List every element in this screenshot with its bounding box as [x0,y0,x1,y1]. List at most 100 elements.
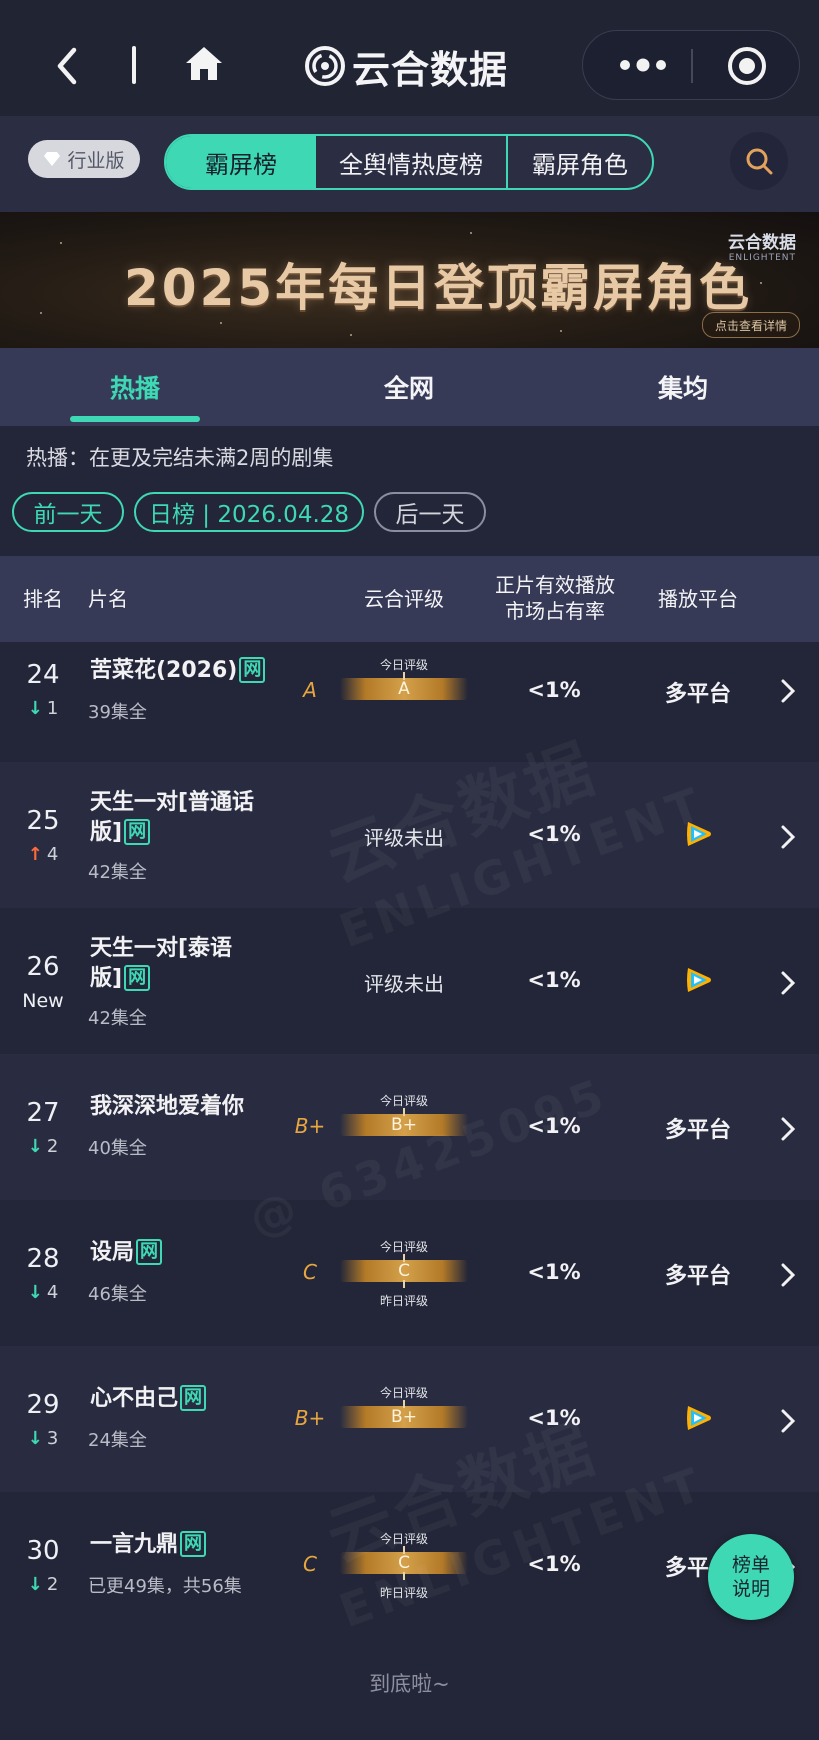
drama-title: 设局网 [90,1238,163,1268]
arrow-down-icon: ↓ [27,1574,43,1595]
tab-all-network[interactable]: 全网 [314,348,504,426]
web-drama-tag: 网 [124,819,151,845]
table-row[interactable]: 28 ↓ 4 设局网 46集全 C 今日评级 C 昨日评级 <1% 多平台 [0,1200,819,1346]
arrow-up-icon: ↑ [27,844,43,865]
home-icon[interactable] [184,44,224,84]
rank-change-new: New [22,990,64,1012]
edition-badge-label: 行业版 [67,149,125,172]
list-explanation-button[interactable]: 榜单 说明 [708,1534,794,1620]
chevron-right-icon[interactable] [780,1408,796,1434]
current-date-button[interactable]: 日榜 | 2026.04.28 [134,492,364,532]
today-grade-label: 今日评级 [379,658,428,672]
rank-number: 29 [26,1390,60,1420]
promo-banner[interactable]: 2025年每日登顶霸屏角色 云合数据 ENLIGHTENT 点击查看详情 [0,212,819,348]
header-rating: 云合评级 [364,587,444,611]
rank-number: 26 [26,952,60,982]
close-miniprogram-icon[interactable] [726,45,768,87]
arrow-down-icon: ↓ [27,1136,43,1157]
market-share: <1% [527,678,581,702]
episode-info: 46集全 [88,1284,147,1305]
table-row[interactable]: 27 ↓ 2 我深深地爱着你 40集全 B+ 今日评级 B+ <1% 多平台 [0,1054,819,1200]
platform-label: 多平台 [664,1264,731,1289]
yesterday-grade-label: 昨日评级 [379,1586,428,1600]
header-platform: 播放平台 [658,587,738,611]
grade-bar: C [340,1546,468,1580]
rank-change: ↓ 4 [16,1282,70,1303]
drama-title-text: 我深深地爱着你 [90,1094,245,1119]
table-row[interactable]: 25 ↑ 4 天生一对[普通话 版] 网 42集全 评级未出 <1% [0,762,819,908]
drama-title-line2: 版] [90,820,123,845]
search-button[interactable] [730,132,788,190]
arrow-down-icon: ↓ [27,1282,43,1303]
table-row[interactable]: 30 ↓ 2 一言九鼎网 已更49集，共56集 C 今日评级 C 昨日评级 <1%… [0,1492,819,1638]
chevron-right-icon[interactable] [780,678,796,704]
table-row[interactable]: 29 ↓ 3 心不由己网 24集全 B+ 今日评级 B+ <1% [0,1346,819,1492]
rank-change: ↓ 3 [16,1428,70,1449]
tencent-video-icon [687,968,711,992]
rank-change-value: 4 [46,844,59,865]
table-header: 排名 片名 云合评级 正片有效播放 市场占有率 播放平台 [0,556,819,642]
today-grade-label: 今日评级 [379,1386,428,1400]
banner-headline: 2025年每日登顶霸屏角色 [124,259,753,317]
chevron-right-icon[interactable] [780,1116,796,1142]
grade-bar: A [340,672,468,700]
segment-dominant-roles[interactable]: 霸屏角色 [508,136,652,188]
table-row[interactable]: 24 ↓ 1 苦菜花(2026) 网 39集全 A 今日评级 A <1% 多平台 [0,642,819,762]
next-day-button[interactable]: 后一天 [374,492,486,532]
grade-letter: C [303,1552,317,1576]
platform-label: 多平台 [664,1118,731,1143]
ranking-type-segmented-control: 霸屏榜 全舆情热度榜 霸屏角色 [164,134,654,190]
tab-per-episode[interactable]: 集均 [588,348,778,426]
segment-public-opinion-list[interactable]: 全舆情热度榜 [316,136,508,188]
rank-number: 25 [26,806,60,836]
more-icon[interactable] [617,53,669,77]
market-share: <1% [527,822,581,846]
rank-number: 30 [26,1536,60,1566]
tencent-video-icon [687,822,711,846]
drama-title-line2: 版] [90,966,123,991]
drama-title-text: 一言九鼎 [90,1532,179,1557]
episode-info: 39集全 [88,702,147,723]
rating-not-available: 评级未出 [364,972,444,996]
grade-letter: B+ [294,1406,326,1430]
header-share-line2: 市场占有率 [505,599,605,623]
previous-day-button[interactable]: 前一天 [12,492,124,532]
edition-badge[interactable]: 行业版 [28,140,140,178]
chevron-right-icon[interactable] [780,970,796,996]
market-share: <1% [527,1552,581,1576]
grade-letter: B+ [294,1114,326,1138]
fab-label-line1: 榜单 [731,1554,770,1576]
rank-change: ↓ 1 [16,698,70,719]
rank-change-value: 1 [46,698,59,719]
app-title-text: 云合数据 [352,47,509,92]
platform-label: 多平台 [664,682,731,707]
drama-title-line1: 天生一对[普通话 [90,790,255,815]
chevron-right-icon[interactable] [780,1262,796,1288]
segment-dominance-list[interactable]: 霸屏榜 [166,136,316,188]
grade-bar-value: C [398,1261,410,1281]
episode-info: 42集全 [88,1008,147,1029]
episode-info: 40集全 [88,1138,147,1159]
web-drama-tag: 网 [136,1239,163,1265]
grade-bar: B+ [340,1108,468,1136]
chevron-right-icon[interactable] [780,824,796,850]
metric-tabs: 热播 全网 集均 [0,348,819,426]
rating-not-available: 评级未出 [364,826,444,850]
drama-title-line1: 天生一对[泰语 [90,936,233,961]
episode-info: 已更49集，共56集 [88,1576,242,1597]
tencent-video-icon [687,1406,711,1430]
back-arrow-icon[interactable] [50,44,84,88]
grade-letter: A [303,678,317,702]
top-nav-bar: 云合数据 [0,0,819,116]
table-row[interactable]: 26 New 天生一对[泰语 版] 网 42集全 评级未出 <1% [0,908,819,1054]
web-drama-tag: 网 [239,657,266,683]
web-drama-tag: 网 [124,965,151,991]
tab-hot-airing[interactable]: 热播 [40,348,230,426]
today-grade-label: 今日评级 [379,1094,428,1108]
banner-detail-button[interactable]: 点击查看详情 [702,312,800,338]
market-share: <1% [527,1114,581,1138]
header-rank: 排名 [23,587,63,611]
drama-title: 苦菜花(2026) 网 [90,656,266,686]
grade-bar-value: C [398,1553,410,1573]
list-description: 热播：在更及完结未满2周的剧集 [26,446,334,470]
